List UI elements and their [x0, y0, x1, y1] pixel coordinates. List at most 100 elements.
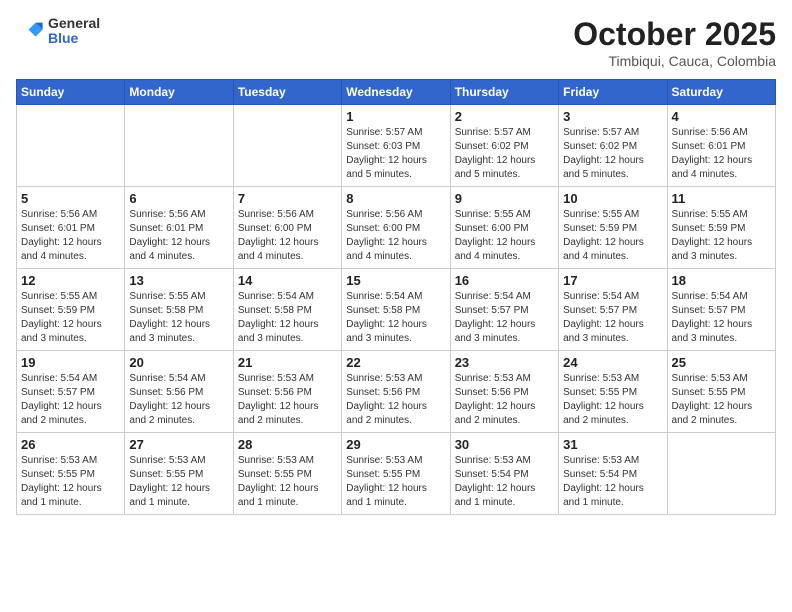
day-info: Sunrise: 5:54 AMSunset: 5:57 PMDaylight:… [563, 290, 662, 346]
day-info: Sunrise: 5:57 AMSunset: 6:02 PMDaylight:… [455, 126, 554, 182]
day-cell-4: 4Sunrise: 5:56 AMSunset: 6:01 PMDaylight… [667, 105, 775, 187]
week-row-2: 5Sunrise: 5:56 AMSunset: 6:01 PMDaylight… [17, 187, 776, 269]
day-info: Sunrise: 5:54 AMSunset: 5:56 PMDaylight:… [129, 372, 228, 428]
day-number: 3 [563, 109, 662, 124]
week-row-1: 1 Sunrise: 5:57 AMSunset: 6:03 PMDaylight… [17, 105, 776, 187]
logo-general: General [48, 16, 100, 31]
week-row-3: 12 Sunrise: 5:55 AMSunset: 5:59 PMDayligh… [17, 269, 776, 351]
day-cell-17: 17 Sunrise: 5:54 AMSunset: 5:57 PMDayligh… [559, 269, 667, 351]
day-cell-19: 19Sunrise: 5:54 AMSunset: 5:57 PMDayligh… [17, 351, 125, 433]
calendar-table: SundayMondayTuesdayWednesdayThursdayFrid… [16, 79, 776, 515]
day-number: 21 [238, 355, 337, 370]
day-cell-5: 5Sunrise: 5:56 AMSunset: 6:01 PMDaylight… [17, 187, 125, 269]
day-info: Sunrise: 5:55 AMSunset: 5:59 PMDaylight:… [21, 290, 120, 346]
day-cell-13: 13 Sunrise: 5:55 AMSunset: 5:58 PMDayligh… [125, 269, 233, 351]
col-header-sunday: Sunday [17, 80, 125, 105]
day-cell-1: 1 Sunrise: 5:57 AMSunset: 6:03 PMDaylight… [342, 105, 450, 187]
day-number: 19 [21, 355, 120, 370]
day-cell-7: 7 Sunrise: 5:56 AMSunset: 6:00 PMDaylight… [233, 187, 341, 269]
day-info: Sunrise: 5:53 AMSunset: 5:54 PMDaylight:… [563, 454, 662, 510]
day-cell-22: 22 Sunrise: 5:53 AMSunset: 5:56 PMDayligh… [342, 351, 450, 433]
day-cell-15: 15 Sunrise: 5:54 AMSunset: 5:58 PMDayligh… [342, 269, 450, 351]
day-number: 13 [129, 273, 228, 288]
empty-cell [125, 105, 233, 187]
col-header-saturday: Saturday [667, 80, 775, 105]
day-info: Sunrise: 5:55 AMSunset: 5:59 PMDaylight:… [563, 208, 662, 264]
col-header-thursday: Thursday [450, 80, 558, 105]
day-number: 20 [129, 355, 228, 370]
day-number: 4 [672, 109, 771, 124]
day-info: Sunrise: 5:53 AMSunset: 5:55 PMDaylight:… [346, 454, 445, 510]
day-number: 2 [455, 109, 554, 124]
day-info: Sunrise: 5:53 AMSunset: 5:55 PMDaylight:… [672, 372, 771, 428]
day-info: Sunrise: 5:54 AMSunset: 5:58 PMDaylight:… [346, 290, 445, 346]
day-number: 6 [129, 191, 228, 206]
empty-cell [667, 433, 775, 515]
logo-text: General Blue [48, 16, 100, 47]
day-info: Sunrise: 5:54 AMSunset: 5:57 PMDaylight:… [672, 290, 771, 346]
month-title: October 2025 [573, 16, 776, 53]
day-number: 27 [129, 437, 228, 452]
day-cell-26: 26Sunrise: 5:53 AMSunset: 5:55 PMDayligh… [17, 433, 125, 515]
day-info: Sunrise: 5:56 AMSunset: 6:00 PMDaylight:… [346, 208, 445, 264]
day-cell-2: 2 Sunrise: 5:57 AMSunset: 6:02 PMDaylight… [450, 105, 558, 187]
day-cell-27: 27 Sunrise: 5:53 AMSunset: 5:55 PMDayligh… [125, 433, 233, 515]
day-number: 1 [346, 109, 445, 124]
day-info: Sunrise: 5:53 AMSunset: 5:55 PMDaylight:… [21, 454, 120, 510]
day-info: Sunrise: 5:57 AMSunset: 6:03 PMDaylight:… [346, 126, 445, 182]
day-info: Sunrise: 5:53 AMSunset: 5:56 PMDaylight:… [455, 372, 554, 428]
day-info: Sunrise: 5:56 AMSunset: 6:00 PMDaylight:… [238, 208, 337, 264]
title-block: October 2025 Timbiqui, Cauca, Colombia [573, 16, 776, 69]
page-header: General Blue October 2025 Timbiqui, Cauc… [16, 16, 776, 69]
day-info: Sunrise: 5:54 AMSunset: 5:58 PMDaylight:… [238, 290, 337, 346]
day-info: Sunrise: 5:53 AMSunset: 5:55 PMDaylight:… [129, 454, 228, 510]
col-header-monday: Monday [125, 80, 233, 105]
day-info: Sunrise: 5:53 AMSunset: 5:56 PMDaylight:… [346, 372, 445, 428]
calendar-header-row: SundayMondayTuesdayWednesdayThursdayFrid… [17, 80, 776, 105]
day-cell-3: 3 Sunrise: 5:57 AMSunset: 6:02 PMDaylight… [559, 105, 667, 187]
day-info: Sunrise: 5:57 AMSunset: 6:02 PMDaylight:… [563, 126, 662, 182]
day-number: 30 [455, 437, 554, 452]
day-number: 16 [455, 273, 554, 288]
day-number: 24 [563, 355, 662, 370]
day-number: 15 [346, 273, 445, 288]
day-number: 28 [238, 437, 337, 452]
day-info: Sunrise: 5:55 AMSunset: 5:59 PMDaylight:… [672, 208, 771, 264]
day-info: Sunrise: 5:53 AMSunset: 5:55 PMDaylight:… [563, 372, 662, 428]
day-cell-20: 20 Sunrise: 5:54 AMSunset: 5:56 PMDayligh… [125, 351, 233, 433]
logo-icon [16, 17, 44, 45]
day-cell-21: 21 Sunrise: 5:53 AMSunset: 5:56 PMDayligh… [233, 351, 341, 433]
day-cell-9: 9Sunrise: 5:55 AMSunset: 6:00 PMDaylight… [450, 187, 558, 269]
col-header-tuesday: Tuesday [233, 80, 341, 105]
day-cell-14: 14Sunrise: 5:54 AMSunset: 5:58 PMDayligh… [233, 269, 341, 351]
day-cell-24: 24 Sunrise: 5:53 AMSunset: 5:55 PMDayligh… [559, 351, 667, 433]
col-header-wednesday: Wednesday [342, 80, 450, 105]
day-info: Sunrise: 5:54 AMSunset: 5:57 PMDaylight:… [455, 290, 554, 346]
day-cell-18: 18Sunrise: 5:54 AMSunset: 5:57 PMDayligh… [667, 269, 775, 351]
location: Timbiqui, Cauca, Colombia [573, 53, 776, 69]
day-cell-25: 25 Sunrise: 5:53 AMSunset: 5:55 PMDayligh… [667, 351, 775, 433]
empty-cell [233, 105, 341, 187]
day-number: 7 [238, 191, 337, 206]
col-header-friday: Friday [559, 80, 667, 105]
day-cell-29: 29Sunrise: 5:53 AMSunset: 5:55 PMDayligh… [342, 433, 450, 515]
day-info: Sunrise: 5:53 AMSunset: 5:56 PMDaylight:… [238, 372, 337, 428]
logo-blue: Blue [48, 31, 100, 46]
day-number: 9 [455, 191, 554, 206]
logo: General Blue [16, 16, 100, 47]
day-number: 8 [346, 191, 445, 206]
day-number: 23 [455, 355, 554, 370]
day-info: Sunrise: 5:53 AMSunset: 5:55 PMDaylight:… [238, 454, 337, 510]
day-number: 25 [672, 355, 771, 370]
day-cell-28: 28 Sunrise: 5:53 AMSunset: 5:55 PMDayligh… [233, 433, 341, 515]
day-number: 22 [346, 355, 445, 370]
day-number: 5 [21, 191, 120, 206]
day-number: 12 [21, 273, 120, 288]
day-cell-23: 23 Sunrise: 5:53 AMSunset: 5:56 PMDayligh… [450, 351, 558, 433]
empty-cell [17, 105, 125, 187]
day-cell-10: 10Sunrise: 5:55 AMSunset: 5:59 PMDayligh… [559, 187, 667, 269]
day-info: Sunrise: 5:53 AMSunset: 5:54 PMDaylight:… [455, 454, 554, 510]
day-cell-16: 16 Sunrise: 5:54 AMSunset: 5:57 PMDayligh… [450, 269, 558, 351]
day-number: 17 [563, 273, 662, 288]
day-info: Sunrise: 5:55 AMSunset: 5:58 PMDaylight:… [129, 290, 228, 346]
